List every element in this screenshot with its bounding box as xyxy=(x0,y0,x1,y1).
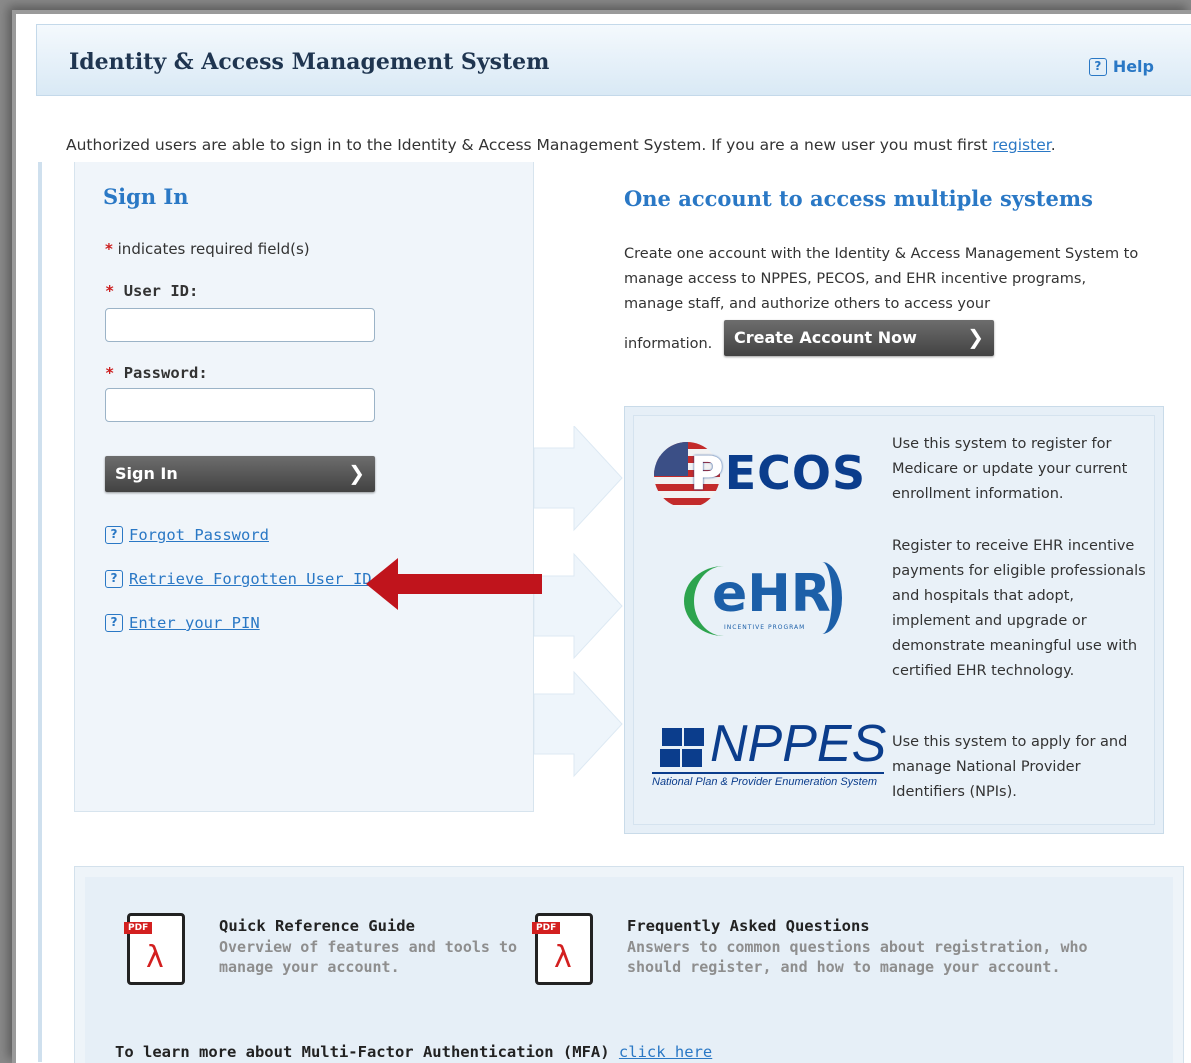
intro-text: Authorized users are able to sign in to … xyxy=(66,136,1056,154)
connector-arrow xyxy=(534,670,623,778)
ehr-logo[interactable]: eHR INCENTIVE PROGRAM xyxy=(684,556,854,646)
nppes-logo[interactable]: NPPES National Plan & Provider Enumerati… xyxy=(652,714,892,794)
ehr-description: Register to receive EHR incentive paymen… xyxy=(892,538,1146,679)
annotation-arrow xyxy=(366,558,542,610)
required-star: * xyxy=(105,282,115,300)
resources-panel: PDF λ Quick Reference Guide Overview of … xyxy=(74,866,1184,1063)
chevron-right-icon: ❯ xyxy=(348,461,365,485)
page-title: Identity & Access Management System xyxy=(69,49,550,75)
pdf-icon[interactable]: PDF λ xyxy=(532,913,593,985)
required-star: * xyxy=(105,240,113,258)
nppes-blocks-icon xyxy=(660,728,704,768)
acrobat-icon: λ xyxy=(554,940,572,975)
intro-sentence: Authorized users are able to sign in to … xyxy=(66,136,993,154)
mfa-click-here-link[interactable]: click here xyxy=(619,1043,712,1061)
nppes-logo-text: NPPES xyxy=(710,715,887,773)
question-icon: ? xyxy=(105,614,123,632)
retrieve-user-id-link[interactable]: ? Retrieve Forgotten User ID xyxy=(105,570,372,588)
password-label-text: Password: xyxy=(123,364,208,382)
enter-pin-link[interactable]: ? Enter your PIN xyxy=(105,614,260,632)
connector-arrow xyxy=(534,552,623,660)
password-input[interactable] xyxy=(105,388,375,422)
account-title: One account to access multiple systems xyxy=(624,186,1093,211)
ehr-logo-text: eHR xyxy=(712,564,831,624)
create-account-button[interactable]: Create Account Now ❯ xyxy=(724,320,994,356)
user-id-input[interactable] xyxy=(105,308,375,342)
sign-in-button[interactable]: Sign In ❯ xyxy=(105,456,375,492)
nppes-logo-subtitle: National Plan & Provider Enumeration Sys… xyxy=(652,776,877,788)
resources-inner: PDF λ Quick Reference Guide Overview of … xyxy=(85,877,1173,1063)
pdf-tag: PDF xyxy=(532,922,561,934)
intro-period: . xyxy=(1050,136,1056,154)
register-link[interactable]: register xyxy=(992,136,1050,154)
user-id-label-text: User ID: xyxy=(123,282,199,300)
page-header: Identity & Access Management System ? He… xyxy=(36,24,1191,96)
pdf-tag: PDF xyxy=(124,922,153,934)
faq-title[interactable]: Frequently Asked Questions xyxy=(627,917,870,935)
sign-in-title: Sign In xyxy=(103,184,189,209)
systems-panel: PECOS Use this system to register for Me… xyxy=(624,406,1164,834)
required-star: * xyxy=(105,364,115,382)
page-frame: Identity & Access Management System ? He… xyxy=(12,10,1191,1063)
help-link[interactable]: ? Help xyxy=(1088,57,1154,76)
pecos-description: Use this system to register for Medicare… xyxy=(892,436,1128,502)
chevron-right-icon: ❯ xyxy=(967,325,984,349)
quick-reference-title[interactable]: Quick Reference Guide xyxy=(219,917,415,935)
connector-arrow xyxy=(534,426,623,532)
required-note: * indicates required field(s) xyxy=(105,240,310,258)
pecos-logo-letter: P xyxy=(690,446,725,500)
pecos-logo[interactable]: PECOS xyxy=(654,438,866,518)
user-id-label: * User ID: xyxy=(105,282,198,300)
retrieve-user-id-label: Retrieve Forgotten User ID xyxy=(129,570,372,588)
sign-in-panel: Sign In * indicates required field(s) * … xyxy=(74,162,534,812)
nppes-description: Use this system to apply for and manage … xyxy=(892,734,1128,800)
forgot-password-link[interactable]: ? Forgot Password xyxy=(105,526,269,544)
faq-description: Answers to common questions about regist… xyxy=(627,938,1088,976)
quick-reference-description: Overview of features and tools to manage… xyxy=(219,938,518,976)
sign-in-button-label: Sign In xyxy=(115,464,178,483)
forgot-password-label: Forgot Password xyxy=(129,526,269,544)
pdf-icon[interactable]: PDF λ xyxy=(124,913,185,985)
red-arrow-icon xyxy=(366,558,542,610)
question-icon: ? xyxy=(105,570,123,588)
systems-inner: PECOS Use this system to register for Me… xyxy=(633,415,1155,825)
enter-pin-label: Enter your PIN xyxy=(129,614,260,632)
account-info-word: information. xyxy=(624,336,713,352)
pecos-logo-text: PECOS xyxy=(690,446,866,500)
help-label: Help xyxy=(1112,57,1154,76)
ehr-logo-subtitle: INCENTIVE PROGRAM xyxy=(724,624,806,631)
mfa-note: To learn more about Multi-Factor Authent… xyxy=(115,1043,712,1061)
create-account-label: Create Account Now xyxy=(734,328,917,347)
acrobat-icon: λ xyxy=(146,940,164,975)
required-note-text: indicates required field(s) xyxy=(117,240,310,258)
account-description: Create one account with the Identity & A… xyxy=(624,246,1139,312)
question-icon: ? xyxy=(105,526,123,544)
question-icon: ? xyxy=(1088,57,1107,76)
mfa-text: To learn more about Multi-Factor Authent… xyxy=(115,1043,619,1061)
connector-arrows xyxy=(534,426,623,778)
password-label: * Password: xyxy=(105,364,208,382)
nppes-logo-rule xyxy=(652,772,884,774)
left-divider xyxy=(38,162,42,1062)
pecos-logo-word: ECOS xyxy=(724,446,867,500)
